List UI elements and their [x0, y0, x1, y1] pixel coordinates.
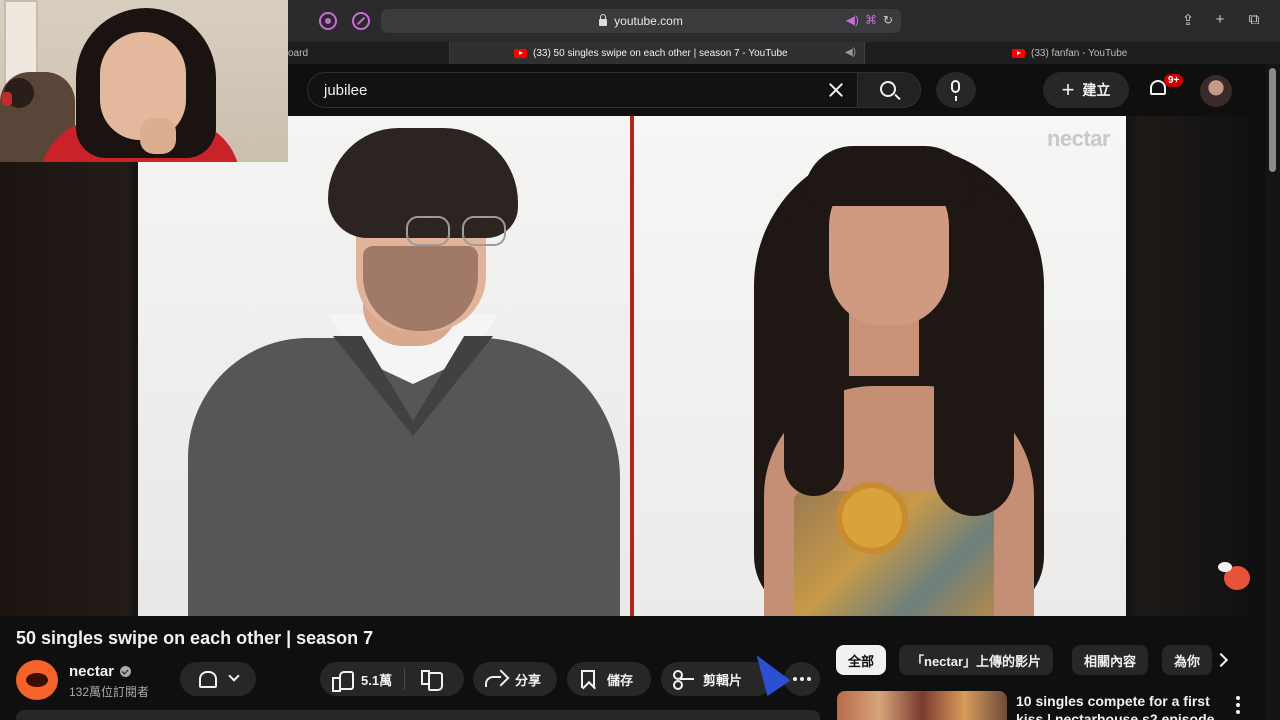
- extension-target-icon[interactable]: [319, 12, 337, 30]
- clip-label: 剪輯片: [703, 672, 743, 688]
- create-button[interactable]: + 建立: [1043, 72, 1129, 108]
- scissors-icon: [673, 670, 694, 690]
- channel-avatar[interactable]: [16, 660, 58, 700]
- bell-icon: [198, 670, 217, 688]
- search-button[interactable]: [857, 72, 921, 108]
- tab-overview-icon[interactable]: ⧉: [1244, 11, 1264, 28]
- tab-title: oard: [288, 47, 309, 59]
- video-watermark: nectar: [1046, 126, 1111, 151]
- thumbs-down-icon: [421, 670, 444, 691]
- recommendation-title[interactable]: 10 singles compete for a first kiss | ne…: [1016, 692, 1226, 720]
- subscribed-notification-button[interactable]: [180, 662, 256, 696]
- youtube-header: jubilee + 建立 9+: [288, 64, 1280, 116]
- dot: [793, 677, 797, 681]
- webcam-hand: [140, 118, 176, 154]
- save-label: 儲存: [607, 672, 634, 688]
- channel-name[interactable]: nectar: [69, 663, 114, 680]
- man-glasses: [406, 216, 510, 246]
- voice-search-button[interactable]: [936, 72, 976, 108]
- notifications-button[interactable]: 9+: [1148, 74, 1184, 100]
- lock-icon: [599, 13, 608, 26]
- tab-title: (33) fanfan - YouTube: [1031, 47, 1128, 59]
- tab-3[interactable]: (33) fanfan - YouTube: [866, 42, 1266, 64]
- microphone-icon: [951, 80, 960, 101]
- verified-icon: [120, 666, 132, 677]
- create-label: 建立: [1082, 82, 1111, 98]
- video-right-panel: nectar: [634, 116, 1126, 616]
- search-icon: [880, 81, 896, 97]
- save-button[interactable]: 儲存: [567, 662, 651, 696]
- like-button[interactable]: 5.1萬: [332, 670, 404, 692]
- share-page-icon[interactable]: ⇪: [1178, 11, 1198, 29]
- bookmark-icon: [581, 670, 595, 688]
- dot: [807, 677, 811, 681]
- chip-channel-uploads[interactable]: 「nectar」上傳的影片: [899, 645, 1054, 675]
- subscriber-count: 132萬位訂閱者: [69, 685, 150, 699]
- account-avatar[interactable]: [1200, 75, 1232, 107]
- translate-icon[interactable]: ⌘: [865, 13, 877, 27]
- video-player[interactable]: nectar: [138, 116, 1126, 616]
- recommendation-chips: 全部 「nectar」上傳的影片 相關內容 為你: [836, 645, 1216, 677]
- tab-audio-icon[interactable]: ◀): [845, 47, 856, 58]
- chevron-right-icon[interactable]: [1214, 651, 1232, 669]
- share-icon: [485, 671, 505, 687]
- dot: [800, 677, 804, 681]
- headphone-icon: [2, 92, 12, 106]
- chip-all[interactable]: 全部: [836, 645, 887, 675]
- share-label: 分享: [515, 672, 542, 688]
- tab-1[interactable]: oard: [288, 42, 448, 64]
- plus-icon: +: [1061, 77, 1075, 102]
- youtube-favicon-icon: [514, 48, 527, 58]
- like-count: 5.1萬: [361, 672, 393, 688]
- scrollbar-thumb[interactable]: [1269, 68, 1276, 172]
- dislike-button[interactable]: [405, 670, 444, 691]
- url-text: youtube.com: [614, 14, 683, 28]
- extension-block-icon[interactable]: [352, 12, 370, 30]
- search-query: jubilee: [324, 82, 368, 99]
- chip-for-you[interactable]: 為你: [1162, 645, 1213, 675]
- woman-hair-front: [804, 146, 974, 206]
- floating-tomato-icon[interactable]: [1218, 562, 1250, 590]
- recommendation-thumbnail[interactable]: [837, 691, 1007, 720]
- clear-search-icon[interactable]: [825, 79, 847, 101]
- dot: [1236, 703, 1240, 707]
- new-tab-icon[interactable]: +: [1210, 11, 1230, 28]
- audio-icon[interactable]: ◀): [846, 13, 859, 27]
- reload-icon[interactable]: ↻: [883, 13, 893, 27]
- like-dislike-group: 5.1萬: [320, 662, 464, 696]
- search-input[interactable]: jubilee: [307, 72, 857, 108]
- screen: youtube.com ◀) ⌘ ↻ ⇪ + ⧉ oard (33) 50 si…: [0, 0, 1280, 720]
- video-title: 50 singles swipe on each other | season …: [16, 628, 374, 648]
- youtube-favicon-icon: [1012, 48, 1025, 58]
- notification-badge: 9+: [1164, 74, 1184, 87]
- tab-active[interactable]: (33) 50 singles swipe on each other | se…: [449, 42, 865, 64]
- thumbs-up-icon: [332, 670, 354, 692]
- sun-print: [842, 488, 902, 548]
- dot: [1236, 710, 1240, 714]
- dot: [1236, 696, 1240, 700]
- recommendation-menu-button[interactable]: [1236, 696, 1240, 714]
- chevron-down-icon: [227, 670, 240, 682]
- description-box[interactable]: [16, 710, 820, 720]
- webcam-overlay: [0, 0, 288, 162]
- video-left-panel: [138, 116, 630, 616]
- channel-name-row[interactable]: nectar: [69, 663, 132, 680]
- address-bar[interactable]: youtube.com ◀) ⌘ ↻: [381, 9, 901, 33]
- tab-title: (33) 50 singles swipe on each other | se…: [533, 47, 788, 59]
- chip-related[interactable]: 相關內容: [1072, 645, 1149, 675]
- share-button[interactable]: 分享: [473, 662, 557, 696]
